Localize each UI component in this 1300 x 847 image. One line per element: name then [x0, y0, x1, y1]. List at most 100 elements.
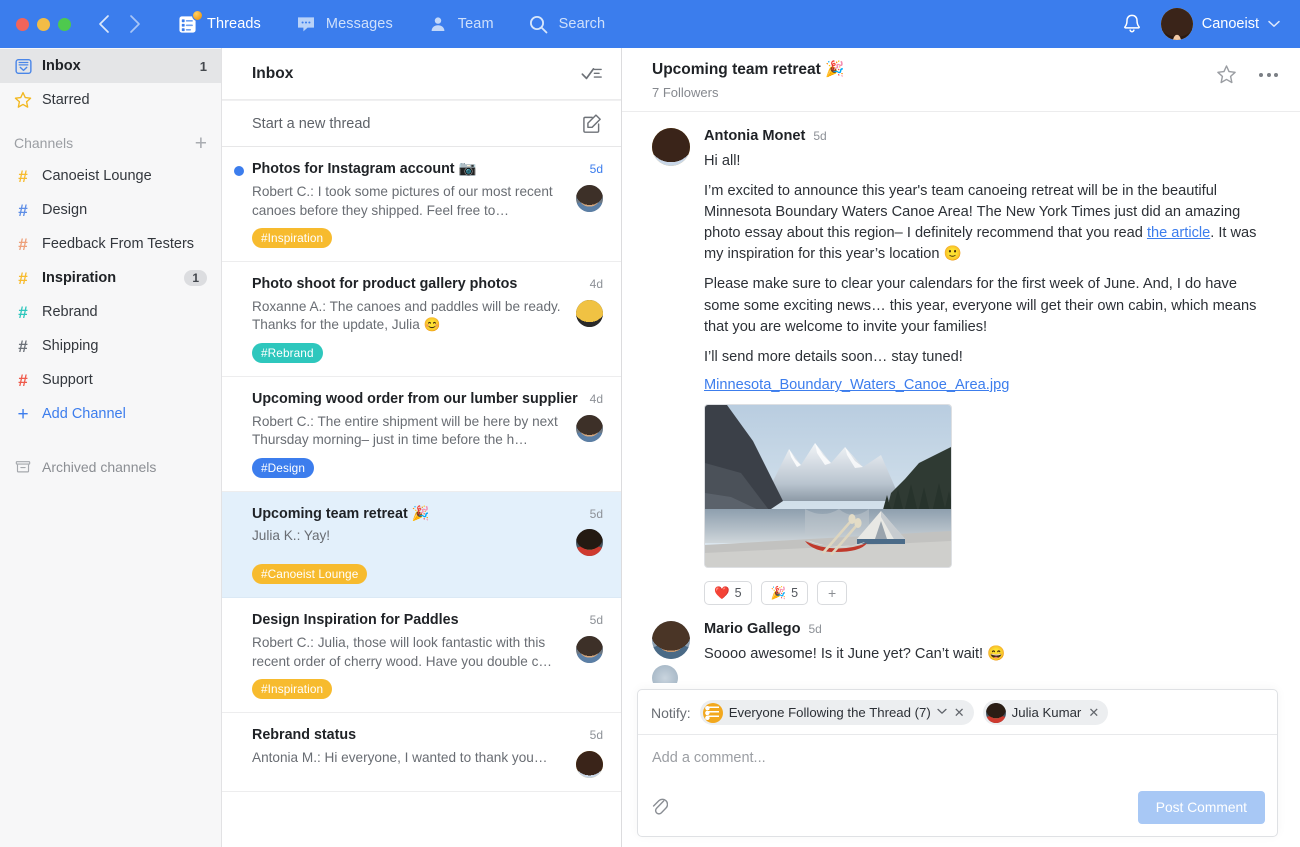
avatar — [576, 751, 603, 778]
start-new-thread-label: Start a new thread — [252, 116, 582, 132]
thread-list-header: Inbox — [222, 48, 621, 100]
composer-footer: Post Comment — [638, 783, 1277, 836]
thread-title: Design Inspiration for Paddles — [252, 612, 582, 630]
channel-label: Support — [42, 372, 207, 388]
notify-label: Notify: — [651, 705, 691, 721]
message-paragraph: I’ll send more details soon… stay tuned! — [704, 347, 1270, 368]
message-time: 5d — [809, 622, 822, 636]
nav-threads[interactable]: Threads — [159, 0, 278, 48]
topbar-right: Canoeist — [1111, 0, 1300, 48]
attachment-image[interactable] — [704, 404, 952, 568]
paperclip-icon[interactable] — [650, 795, 668, 820]
thread-tag[interactable]: #Inspiration — [252, 228, 332, 248]
hash-icon: # — [14, 303, 32, 321]
maximize-window-button[interactable] — [58, 18, 71, 31]
followers-count: 7 Followers — [652, 85, 1216, 100]
thread-preview: Robert C.: The entire shipment will be h… — [252, 413, 566, 451]
sidebar-item-channel[interactable]: #Support — [0, 363, 221, 397]
thread-list-item[interactable]: Upcoming team retreat 🎉5dJulia K.: Yay!#… — [222, 492, 621, 598]
channels-label: Channels — [14, 135, 195, 151]
thread-detail-header: Upcoming team retreat 🎉 7 Followers — [622, 48, 1300, 112]
reaction-party[interactable]: 🎉 5 — [761, 581, 809, 605]
party-emoji: 🎉 — [771, 586, 787, 601]
remove-chip-icon[interactable]: ✕ — [1088, 705, 1099, 721]
hash-icon: # — [14, 201, 32, 219]
comment-input[interactable]: Add a comment... — [638, 735, 1277, 783]
notify-chip-everyone[interactable]: Everyone Following the Thread (7) ✕ — [700, 700, 974, 725]
channel-label: Feedback From Testers — [42, 236, 207, 252]
message-author: Antonia Monet — [704, 128, 805, 144]
channel-label: Inspiration — [42, 270, 174, 286]
avatar — [576, 529, 603, 556]
reaction-heart[interactable]: ❤️ 5 — [704, 581, 752, 605]
team-icon — [427, 13, 449, 35]
more-options-icon[interactable] — [1259, 73, 1278, 77]
thread-title: Photos for Instagram account 📷 — [252, 161, 582, 179]
thread-tag[interactable]: #Inspiration — [252, 679, 332, 699]
threads-unread-badge — [192, 10, 203, 21]
mark-all-read-icon[interactable] — [581, 65, 603, 83]
chevron-down-icon — [1268, 15, 1280, 33]
nav-threads-label: Threads — [207, 16, 261, 32]
bell-icon[interactable] — [1111, 0, 1153, 48]
channel-label: Design — [42, 202, 207, 218]
start-new-thread-row[interactable]: Start a new thread — [222, 100, 621, 147]
nav-search-label: Search — [559, 16, 606, 32]
user-menu[interactable]: Canoeist — [1157, 8, 1286, 40]
nav-messages[interactable]: Messages — [278, 0, 410, 48]
group-avatar — [703, 703, 723, 723]
minimize-window-button[interactable] — [37, 18, 50, 31]
plus-icon: + — [14, 405, 32, 423]
add-channel-plus-icon[interactable]: + — [195, 133, 207, 154]
thread-tag[interactable]: #Canoeist Lounge — [252, 564, 367, 584]
thread-list-items[interactable]: Photos for Instagram account 📷5dRobert C… — [222, 147, 621, 847]
article-link[interactable]: the article — [1147, 225, 1210, 241]
thread-title: Photo shoot for product gallery photos — [252, 276, 582, 294]
close-window-button[interactable] — [16, 18, 29, 31]
sidebar: Inbox 1 Starred Channels + #Canoeist Lou… — [0, 48, 222, 847]
thread-list-item[interactable]: Rebrand status5dAntonia M.: Hi everyone,… — [222, 713, 621, 792]
thread-list-item[interactable]: Photo shoot for product gallery photos4d… — [222, 262, 621, 377]
thread-title: Rebrand status — [252, 727, 582, 745]
channel-label: Rebrand — [42, 304, 207, 320]
sidebar-item-add-channel[interactable]: + Add Channel — [0, 397, 221, 431]
message-paragraph: Hi all! — [704, 151, 1270, 172]
avatar — [652, 621, 690, 659]
sidebar-item-starred[interactable]: Starred — [0, 83, 221, 117]
channel-unread-count: 1 — [184, 270, 207, 286]
archive-icon — [14, 458, 32, 476]
nav-search[interactable]: Search — [511, 0, 623, 48]
add-reaction-button[interactable]: + — [817, 581, 847, 605]
chevron-down-icon[interactable] — [937, 707, 947, 718]
notify-chip-julia[interactable]: Julia Kumar ✕ — [983, 700, 1109, 725]
star-outline-icon[interactable] — [1216, 64, 1237, 85]
sidebar-item-channel[interactable]: # Design — [0, 193, 221, 227]
back-button[interactable] — [97, 14, 110, 34]
compose-icon[interactable] — [582, 113, 603, 134]
attachment-link[interactable]: Minnesota_Boundary_Waters_Canoe_Area.jpg — [704, 377, 1009, 393]
threads-icon — [176, 13, 198, 35]
forward-button[interactable] — [128, 14, 141, 34]
sidebar-item-channel[interactable]: # Rebrand — [0, 295, 221, 329]
remove-chip-icon[interactable]: ✕ — [954, 705, 965, 721]
inbox-count: 1 — [200, 59, 207, 74]
page-title: Upcoming team retreat 🎉 — [652, 61, 1216, 80]
message-time: 5d — [813, 129, 826, 143]
sidebar-item-channel[interactable]: #Canoeist Lounge — [0, 159, 221, 193]
post-comment-button[interactable]: Post Comment — [1138, 791, 1265, 824]
comment-placeholder: Add a comment... — [652, 750, 766, 766]
sidebar-item-archived-channels[interactable]: Archived channels — [0, 447, 221, 487]
thread-tag[interactable]: #Rebrand — [252, 343, 323, 363]
window-controls[interactable] — [0, 18, 85, 31]
nav-arrows — [85, 14, 151, 34]
sidebar-item-channel[interactable]: #Feedback From Testers — [0, 227, 221, 261]
sidebar-item-channel[interactable]: #Inspiration1 — [0, 261, 221, 295]
thread-list-item[interactable]: Design Inspiration for Paddles5dRobert C… — [222, 598, 621, 713]
sidebar-item-channel[interactable]: #Shipping — [0, 329, 221, 363]
reactions: ❤️ 5 🎉 5 + — [704, 581, 1270, 605]
thread-tag[interactable]: #Design — [252, 458, 314, 478]
nav-team[interactable]: Team — [410, 0, 511, 48]
sidebar-item-inbox[interactable]: Inbox 1 — [0, 49, 221, 83]
thread-list-item[interactable]: Photos for Instagram account 📷5dRobert C… — [222, 147, 621, 262]
thread-list-item[interactable]: Upcoming wood order from our lumber supp… — [222, 377, 621, 492]
